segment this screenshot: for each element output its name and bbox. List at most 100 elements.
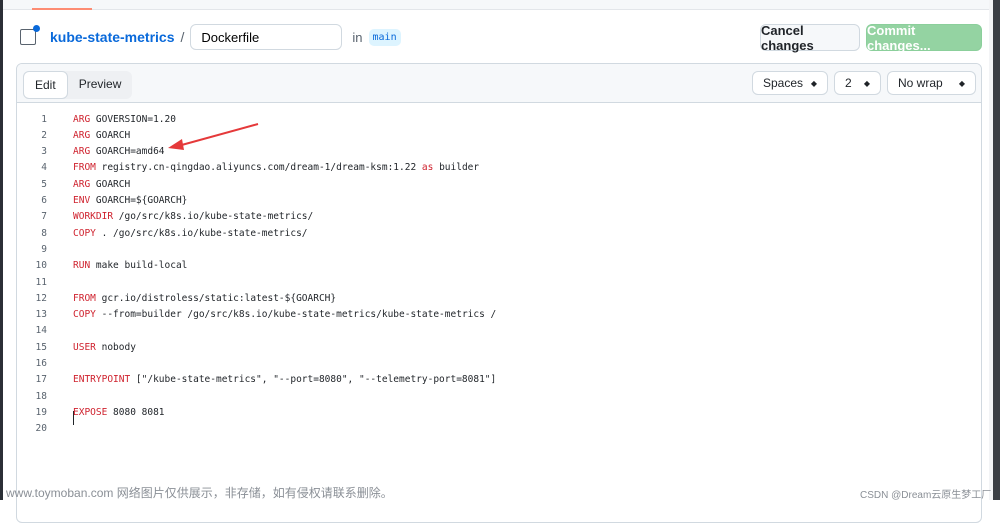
active-tab-underline: [32, 8, 92, 10]
code-line: 5 ARG GOARCH: [17, 176, 130, 192]
line-number: 1: [41, 113, 47, 125]
code-text: GOARCH=amd64: [90, 146, 165, 158]
code-text: registry.cn-qingdao.aliyuncs.com/dream-1…: [95, 162, 422, 174]
code-text: GOARCH: [90, 129, 131, 141]
wrap-mode-value: No wrap: [898, 76, 943, 90]
code-text: ["/kube-state-metrics", "--port=8080", "…: [130, 374, 497, 386]
line-text: FROM registry.cn-qingdao.aliyuncs.com/dr…: [73, 162, 479, 173]
line-number: 6: [41, 195, 47, 206]
line-text: WORKDIR /go/src/k8s.io/kube-state-metric…: [73, 211, 313, 222]
code-text: 8080 8081: [107, 406, 165, 418]
code-text: /go/src/k8s.io/kube-state-metrics/: [113, 211, 314, 223]
keyword: EXPOSE: [73, 406, 108, 418]
line-text: ARG GOARCH: [73, 179, 130, 190]
code-text: make build-local: [90, 260, 188, 272]
code-line: 3 ARG GOARCH=amd64: [17, 144, 164, 160]
select-caret-icon: ◆: [810, 78, 817, 88]
line-text: COPY --from=builder /go/src/k8s.io/kube-…: [73, 309, 496, 320]
keyword: COPY: [73, 227, 96, 239]
editor-tabs: Edit Preview: [23, 71, 133, 99]
file-tree-toggle-icon[interactable]: [20, 25, 40, 45]
line-number: 3: [41, 146, 47, 158]
code-text: nobody: [95, 341, 136, 353]
watermark-right: CSDN @Dream云原生梦工厂: [860, 490, 992, 501]
code-text: --from=builder /go/src/k8s.io/kube-state…: [95, 309, 497, 321]
line-text: USER nobody: [73, 342, 136, 353]
code-line: 15 USER nobody: [17, 339, 136, 355]
line-number: 4: [41, 162, 47, 174]
code-line: 9: [17, 241, 47, 257]
line-text: ENTRYPOINT ["/kube-state-metrics", "--po…: [73, 374, 496, 385]
code-line: 8 COPY . /go/src/k8s.io/kube-state-metric…: [17, 225, 307, 241]
select-caret-icon: ◆: [863, 78, 870, 88]
line-text: ARG GOARCH: [73, 130, 130, 141]
line-number: 13: [35, 309, 47, 321]
line-number: 10: [35, 260, 47, 272]
line-number: 5: [41, 178, 47, 190]
commit-changes-button[interactable]: Commit changes...: [866, 23, 982, 53]
left-window-edge: [0, 0, 3, 500]
line-number: 17: [35, 374, 47, 386]
keyword: RUN: [73, 260, 91, 272]
keyword: FROM: [73, 292, 96, 304]
line-text: ARG GOVERSION=1.20: [73, 114, 176, 125]
keyword: as: [421, 162, 434, 174]
keyword: ENTRYPOINT: [73, 374, 131, 386]
line-number: 9: [41, 243, 47, 255]
code-line: 13 COPY --from=builder /go/src/k8s.io/kub…: [17, 307, 497, 323]
wrap-mode-select[interactable]: No wrap ◆: [887, 71, 976, 95]
code-line: 16: [17, 356, 47, 372]
watermark-left: www.toymoban.com 网络图片仅供展示，非存储，如有侵权请联系删除。: [6, 486, 393, 500]
line-number: 2: [41, 129, 47, 141]
code-line: 19 EXPOSE 8080 8081: [17, 404, 165, 420]
keyword: FROM: [73, 162, 96, 174]
indent-size-select[interactable]: 2 ◆: [834, 71, 881, 95]
line-number: 18: [35, 390, 47, 402]
line-number: 11: [35, 276, 47, 288]
indent-mode-value: Spaces: [763, 76, 804, 90]
code-line: 7 WORKDIR /go/src/k8s.io/kube-state-metri…: [17, 209, 313, 225]
code-line: 2 ARG GOARCH: [17, 127, 130, 143]
keyword: USER: [73, 341, 96, 353]
path-separator: /: [180, 29, 185, 45]
line-number: 20: [35, 423, 47, 435]
line-text: FROM gcr.io/distroless/static:latest-${G…: [73, 293, 336, 304]
line-number: 12: [35, 292, 47, 304]
editor-panel: Edit Preview Spaces ◆ 2 ◆ No wrap ◆ 1 ARG GO…: [16, 63, 982, 523]
notification-dot-icon: [33, 25, 40, 32]
file-header: kube-state-metrics / in main: [20, 24, 401, 50]
keyword: ENV: [73, 195, 91, 206]
keyword: ARG: [73, 178, 91, 190]
code-line: 20: [17, 421, 47, 437]
code-line: 12 FROM gcr.io/distroless/static:latest-$…: [17, 290, 337, 306]
line-text: ARG GOARCH=amd64: [73, 146, 165, 157]
in-label: in: [352, 29, 363, 45]
line-text: EXPOSE 8080 8081: [73, 407, 165, 418]
editor-toolbar: Edit Preview Spaces ◆ 2 ◆ No wrap ◆: [17, 64, 981, 103]
keyword: ARG: [73, 113, 91, 125]
filename-input[interactable]: [190, 24, 343, 50]
keyword: ARG: [73, 129, 91, 141]
code-text: GOARCH: [90, 178, 131, 190]
tab-edit[interactable]: Edit: [23, 71, 68, 99]
repo-link[interactable]: kube-state-metrics: [50, 29, 175, 45]
line-number: 7: [41, 211, 47, 223]
code-line: 6 ENV GOARCH=${GOARCH}: [17, 193, 187, 209]
indent-mode-select[interactable]: Spaces ◆: [752, 71, 828, 95]
keyword: ARG: [73, 146, 91, 158]
line-number: 8: [41, 227, 47, 239]
code-line: 1 ARG GOVERSION=1.20: [17, 111, 176, 127]
line-number: 16: [35, 358, 47, 369]
code-text: gcr.io/distroless/static:latest-${GOARCH…: [95, 292, 337, 304]
cancel-changes-button[interactable]: Cancel changes: [760, 23, 860, 53]
keyword: COPY: [73, 309, 96, 321]
code-line: 14: [17, 323, 47, 339]
line-number: 19: [35, 406, 47, 418]
select-caret-icon: ◆: [958, 78, 965, 88]
line-number: 15: [35, 341, 47, 353]
line-number: 14: [35, 325, 47, 337]
tab-preview[interactable]: Preview: [68, 71, 133, 99]
branch-badge: main: [368, 28, 401, 46]
keyword: WORKDIR: [73, 211, 114, 223]
code-text: builder: [433, 162, 480, 174]
